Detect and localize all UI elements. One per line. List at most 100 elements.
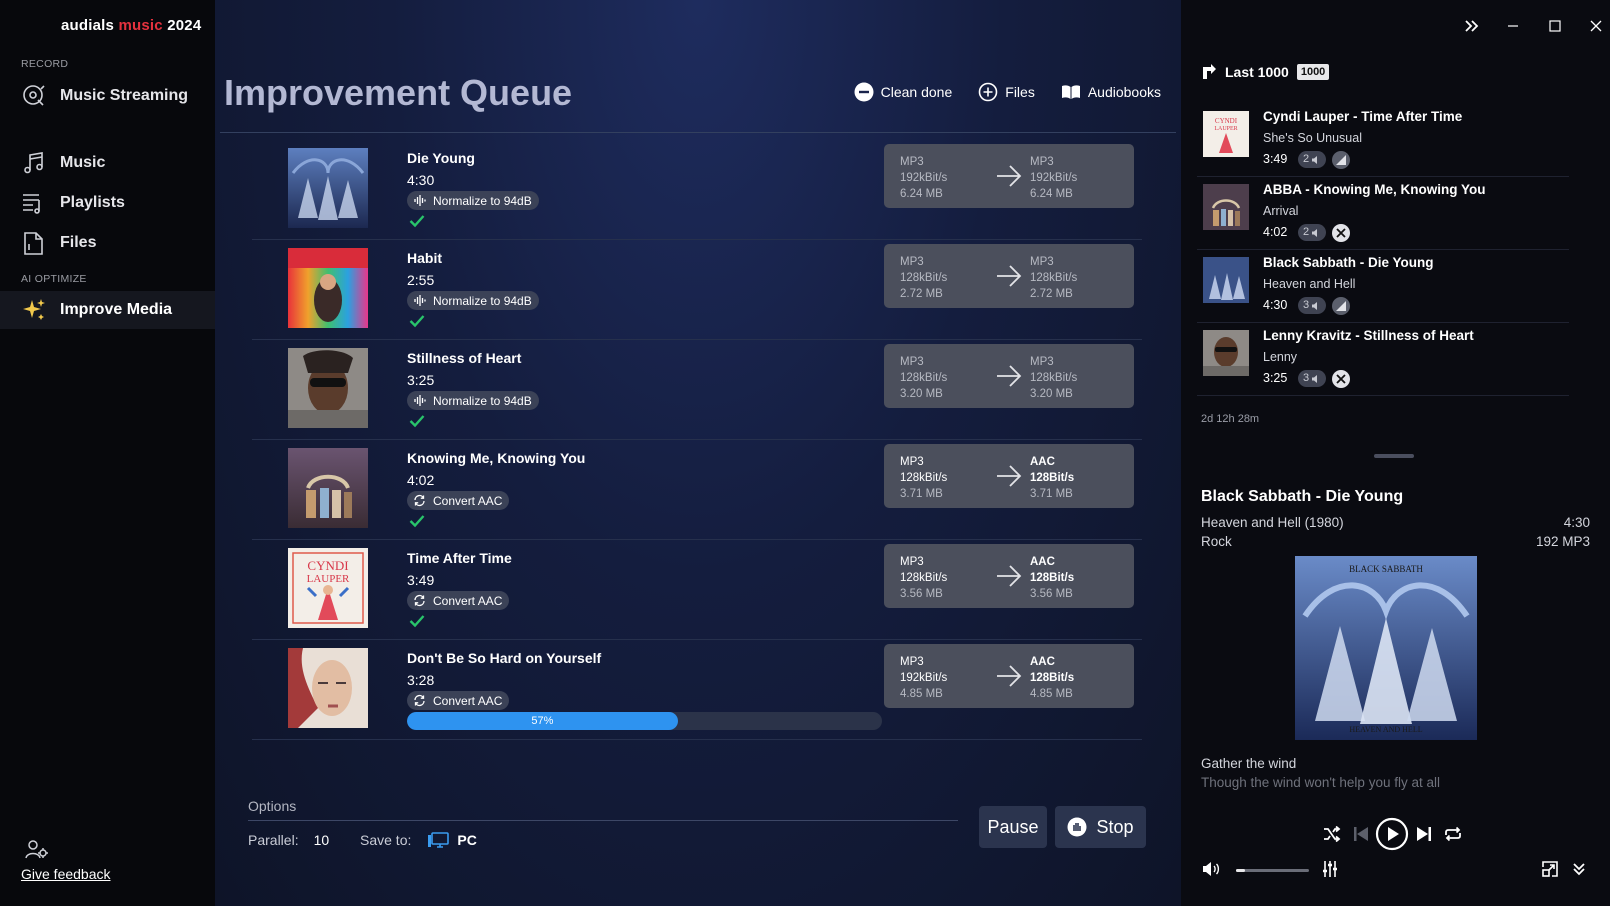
format-size: 3.56 MB [1030,588,1073,600]
format-codec: AAC [1030,456,1055,468]
collapse-player-button[interactable] [1565,855,1593,883]
sidebar-item-music[interactable]: Music [0,144,215,182]
queue-row[interactable]: Knowing Me, Knowing You 4:02 Convert AAC… [252,440,1142,540]
queue-row[interactable]: Habit 2:55 Normalize to 94dB MP3 128kBit… [252,240,1142,340]
format-size: 2.72 MB [1030,288,1073,300]
speaker-icon [1203,862,1220,876]
source-format: MP3 192kBit/s 4.85 MB [900,654,947,702]
action-badge: Normalize to 94dB [407,191,539,210]
progress-label: 57% [531,715,554,727]
files-label: Files [1005,84,1035,100]
plus-circle-icon [978,82,998,102]
format-size: 6.24 MB [900,188,943,200]
track-title: Stillness of Heart [407,350,522,366]
action-badge: Normalize to 94dB [407,391,539,410]
brand-name: audials [61,17,115,34]
options-panel: Options Parallel: 10 Save to: PC [248,798,958,848]
play-count-badge: 2 [1298,224,1327,241]
volume-button[interactable] [1197,855,1225,883]
scissors-icon[interactable] [1332,370,1350,388]
format-bitrate: 128kBit/s [900,472,948,484]
sidebar-item-music-streaming[interactable]: Music Streaming [0,77,215,115]
album-cover [288,448,368,528]
parallel-value[interactable]: 10 [314,832,330,848]
checkmark-icon [409,615,425,628]
sidebar-item-files[interactable]: Files [0,224,215,262]
maximize-icon[interactable] [1543,14,1567,38]
format-box: MP3 192kBit/s 4.85 MB AAC 128Bit/s 4.85 … [884,644,1134,708]
volume-level-icon[interactable] [1332,151,1350,169]
queue-row[interactable]: CYNDI LAUPER Time After Time 3:49 Conver… [252,540,1142,640]
minimize-icon[interactable] [1501,14,1525,38]
equalizer-button[interactable] [1316,855,1344,883]
pc-icon [428,832,450,848]
speaker-icon [1312,301,1318,310]
format-bitrate: 128Bit/s [1030,672,1075,684]
format-size: 3.56 MB [900,588,943,600]
volume-level-icon[interactable] [1332,297,1350,315]
target-format: AAC 128Bit/s 4.85 MB [1030,654,1074,702]
shuffle-button[interactable] [1318,820,1346,848]
save-to-label: Save to: [360,832,412,848]
save-to-setting[interactable]: Save to: PC [360,832,477,848]
arrow-right-icon [997,665,1022,687]
divider [220,132,1176,133]
track-duration: 4:30 [407,172,435,188]
elapsed-time: 2d 12h 28m [1201,413,1260,425]
feedback-icon[interactable] [25,838,49,862]
target-format: MP3 128kBit/s 2.72 MB [1030,254,1077,302]
collapse-panel-icon[interactable] [1460,14,1484,38]
track-duration: 3:49 [407,572,435,588]
history-item[interactable]: Black Sabbath - Die Young Heaven and Hel… [1197,248,1569,323]
volume-slider[interactable] [1236,869,1309,872]
format-bitrate: 192kBit/s [900,172,948,184]
history-header[interactable]: Last 1000 1000 [1201,64,1330,80]
album-cover [288,148,368,228]
source-format: MP3 128kBit/s 3.71 MB [900,454,947,502]
scissors-icon[interactable] [1332,224,1350,242]
track-duration: 4:02 [407,472,435,488]
sidebar-item-playlists[interactable]: Playlists [0,184,215,222]
lyric-next: Though the wind won't help you fly at al… [1201,775,1440,790]
queue-row[interactable]: Don't Be So Hard on Yourself 3:28 Conver… [252,640,1142,740]
previous-button[interactable] [1347,820,1375,848]
pause-button[interactable]: Pause [979,806,1047,848]
history-album: Arrival [1263,204,1299,218]
target-format: AAC 128Bit/s 3.71 MB [1030,454,1074,502]
target-format: AAC 128Bit/s 3.56 MB [1030,554,1074,602]
now-playing-format: 192 MP3 [1535,534,1590,549]
close-icon[interactable] [1584,14,1608,38]
action-label: Convert AAC [433,593,503,608]
splitter-handle[interactable] [1374,454,1414,458]
queue-row[interactable]: Stillness of Heart 3:25 Normalize to 94d… [252,340,1142,440]
queue-row[interactable]: Die Young 4:30 Normalize to 94dB MP3 192… [252,140,1142,240]
arrow-right-icon [997,165,1022,187]
mini-player-button[interactable] [1536,855,1564,883]
sidebar-item-improve-media[interactable]: Improve Media [0,291,215,329]
history-item[interactable]: Lenny Kravitz - Stillness of Heart Lenny… [1197,321,1569,396]
stop-button[interactable]: Stop [1055,806,1146,848]
history-item[interactable]: ABBA - Knowing Me, Knowing You Arrival 4… [1197,175,1569,250]
book-icon [1061,85,1080,99]
svg-text:CYNDI: CYNDI [1215,117,1238,125]
next-button[interactable] [1410,820,1438,848]
svg-text:LAUPER: LAUPER [1214,126,1237,132]
action-badge: Convert AAC [407,591,510,610]
history-title: Lenny Kravitz - Stillness of Heart [1263,328,1474,343]
parallel-setting[interactable]: Parallel: 10 [248,832,329,848]
repeat-button[interactable] [1439,820,1467,848]
now-playing-duration: 4:30 [1563,515,1590,530]
play-button[interactable] [1374,816,1410,852]
album-cover [1203,330,1249,376]
add-files-button[interactable]: Files [978,82,1035,102]
waveform-icon [414,395,426,406]
format-codec: MP3 [900,356,924,368]
audiobooks-label: Audiobooks [1087,84,1161,100]
clean-done-button[interactable]: Clean done [854,82,952,102]
history-item[interactable]: CYNDI LAUPER Cyndi Lauper - Time After Ti… [1197,102,1569,177]
save-to-target[interactable]: PC [427,832,477,848]
sidebar-item-label: Improve Media [60,301,173,318]
audiobooks-button[interactable]: Audiobooks [1061,82,1161,102]
album-cover [288,348,368,428]
give-feedback-link[interactable]: Give feedback [21,866,111,882]
